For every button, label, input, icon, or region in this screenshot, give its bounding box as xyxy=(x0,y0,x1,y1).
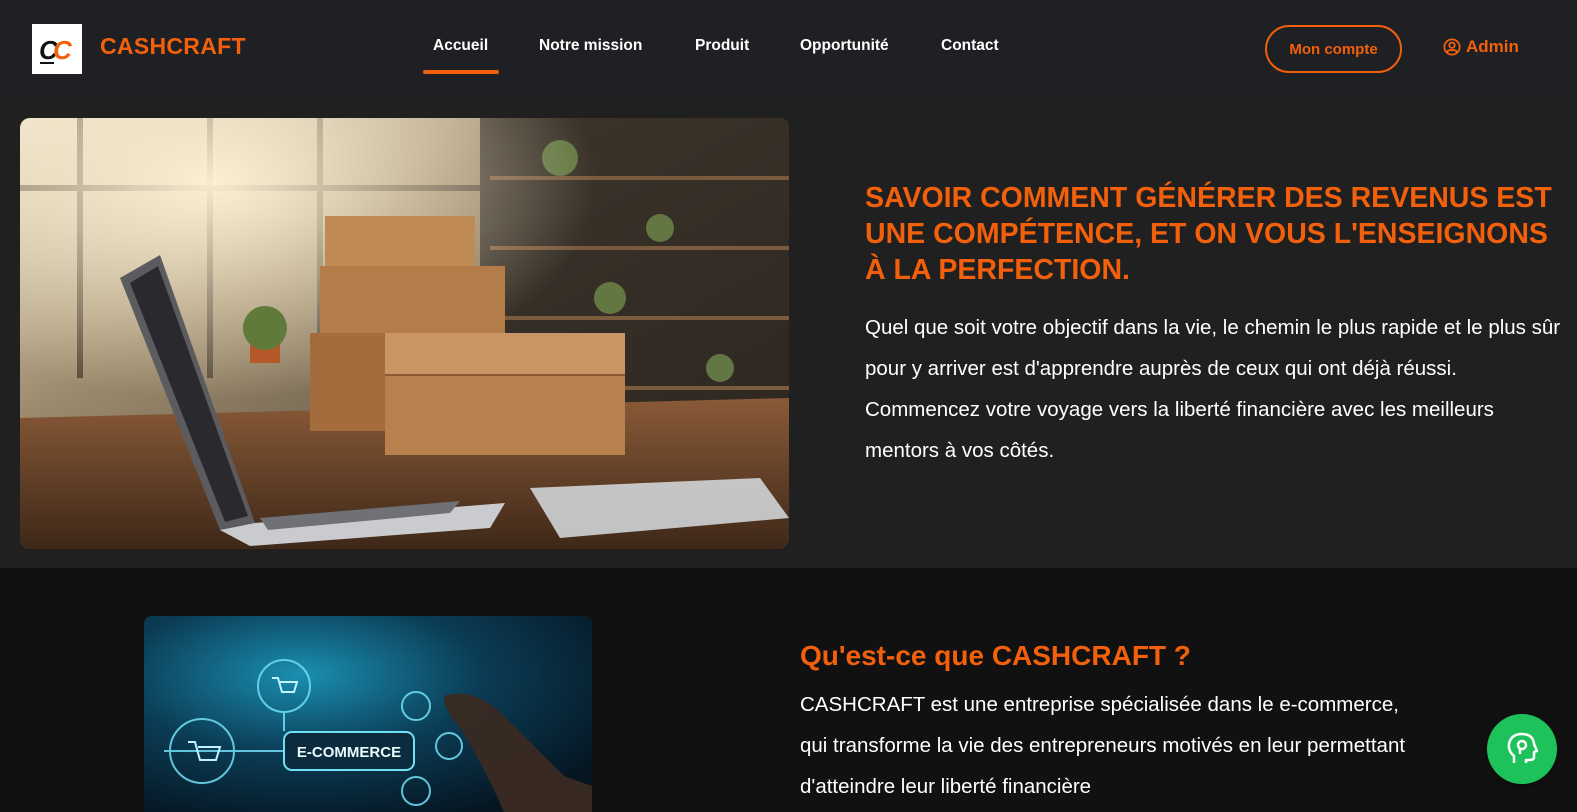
ecommerce-label: E-COMMERCE xyxy=(297,744,401,761)
laptop-boxes-illustration xyxy=(20,118,789,549)
nav-opportunite[interactable]: Opportunité xyxy=(800,37,889,55)
nav-contact[interactable]: Contact xyxy=(941,37,999,55)
hero-text: Quel que soit votre objectif dans la vie… xyxy=(865,316,1561,462)
page: C C CASHCRAFT Accueil Notre mission Prod… xyxy=(0,0,1577,812)
ecommerce-image: E-COMMERCE xyxy=(144,616,592,812)
ecommerce-illustration: E-COMMERCE xyxy=(144,616,592,812)
hero-title: SAVOIR COMMENT GÉNÉRER DES REVENUS EST U… xyxy=(865,182,1552,286)
svg-text:C: C xyxy=(53,35,73,65)
about-section: E-COMMERCE Qu'est-ce que CASHCRAFT ? CAS… xyxy=(0,568,1577,812)
hero-section: SAVOIR COMMENT GÉNÉRER DES REVENUS EST U… xyxy=(0,98,1577,568)
nav-active-indicator xyxy=(423,70,499,74)
user-circle-icon xyxy=(1443,38,1461,56)
chat-support-button[interactable] xyxy=(1487,714,1557,784)
admin-label: Admin xyxy=(1466,37,1519,56)
admin-link[interactable]: Admin xyxy=(1443,37,1519,57)
nav-notre-mission[interactable]: Notre mission xyxy=(539,37,642,55)
hero-image xyxy=(20,118,789,549)
nav-produit[interactable]: Produit xyxy=(695,37,749,55)
logo-icon: C C xyxy=(39,35,73,65)
brand-name[interactable]: CASHCRAFT xyxy=(100,33,246,60)
logo[interactable]: C C xyxy=(32,24,82,74)
about-title: Qu'est-ce que CASHCRAFT ? xyxy=(800,640,1191,671)
nav-accueil[interactable]: Accueil xyxy=(433,37,488,55)
about-text: CASHCRAFT est une entreprise spécialisée… xyxy=(800,693,1406,798)
site-header: C C CASHCRAFT Accueil Notre mission Prod… xyxy=(0,0,1577,98)
support-head-icon xyxy=(1507,732,1539,763)
account-button[interactable]: Mon compte xyxy=(1265,25,1402,73)
